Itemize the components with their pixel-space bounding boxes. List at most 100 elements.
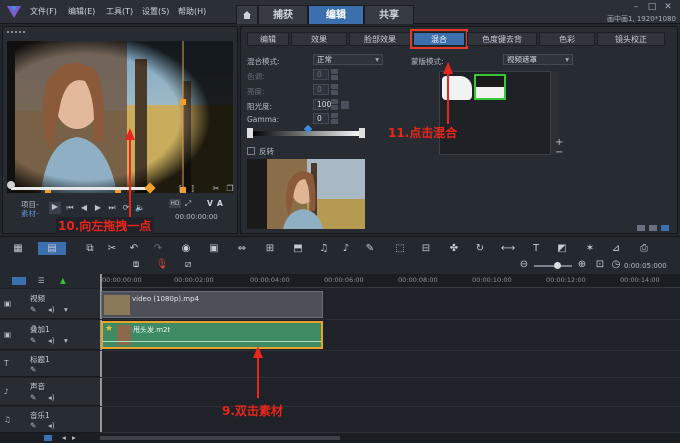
track-head-voice[interactable]: ♪ 声音 ✎ ◂) [0, 378, 100, 406]
tab-options-blend[interactable]: 混合 [410, 29, 468, 49]
tab-options-effect[interactable]: 效果 [291, 32, 347, 46]
prev-frame-button[interactable]: ◀ [79, 203, 89, 212]
track-sound-icon[interactable]: ◂) [48, 336, 55, 345]
preview-video-frame[interactable] [7, 41, 233, 193]
time-ruler[interactable]: 00:00:00:00 00:00:02:00 00:00:04:00 00:0… [100, 274, 680, 288]
remove-mask-icon[interactable]: − [555, 147, 563, 158]
minimize-button[interactable]: – [630, 2, 642, 12]
hue-field[interactable]: 0 [313, 69, 329, 80]
chart-icon[interactable]: ⊿ [608, 242, 624, 255]
cut-icon[interactable]: ✂ [104, 242, 120, 255]
subtitle-icon[interactable]: ✎ [362, 242, 378, 255]
mark-in-button[interactable]: [ [179, 184, 182, 193]
gamma-down-icon[interactable] [331, 119, 338, 124]
panel-icon-3[interactable] [661, 225, 669, 231]
zoom-slider[interactable] [534, 265, 572, 267]
gamma-field[interactable]: 0 [313, 113, 329, 124]
track-list-icon[interactable]: ☰ [38, 276, 45, 285]
hue-down-icon[interactable] [331, 75, 338, 80]
track-edit-icon[interactable]: ✎ [30, 393, 36, 402]
opacity-up-icon[interactable] [331, 99, 338, 104]
freeze-icon[interactable]: ✶ [582, 242, 598, 255]
fit-icon[interactable]: ⇔ [234, 242, 250, 255]
audio-icon[interactable]: ♫ [316, 242, 332, 255]
copy-icon[interactable]: ❐ [225, 184, 235, 193]
track-row-music[interactable] [100, 407, 680, 433]
gamma-right-handle[interactable] [359, 128, 365, 138]
track-sound-icon[interactable]: ◂) [48, 421, 55, 430]
track-head-overlay[interactable]: ▣ 叠加1 ✎ ◂) ▾ [0, 320, 100, 350]
fit-project-icon[interactable]: ⊡ [592, 258, 608, 271]
scroll-right-icon[interactable]: ▸ [72, 433, 76, 442]
motion-icon[interactable]: ⊞ [262, 242, 278, 255]
menu-settings[interactable]: 设置(S) [142, 6, 169, 17]
menu-file[interactable]: 文件(F) [30, 6, 57, 17]
clock-icon[interactable]: ◷ [608, 258, 624, 271]
invert-checkbox[interactable] [247, 147, 255, 155]
timeline-scroll-thumb[interactable] [100, 436, 340, 440]
menu-edit[interactable]: 编辑(E) [68, 6, 95, 17]
overlay-clip[interactable]: ★ 甩头发.m2t [101, 321, 323, 349]
scrub-handle[interactable] [7, 181, 15, 189]
grid-icon[interactable]: ⊟ [418, 242, 434, 255]
timeline-view-icon[interactable]: ▤ [38, 242, 66, 255]
multicam-icon[interactable]: ⬚ [392, 242, 408, 255]
time-remap-icon[interactable]: ↻ [472, 242, 488, 255]
opacity-down-icon[interactable] [331, 105, 338, 110]
stabilize-icon[interactable]: ⟷ [500, 242, 516, 255]
zoom-out-icon[interactable]: ⊖ [516, 258, 532, 271]
gamma-left-handle[interactable] [247, 128, 253, 138]
next-frame-button[interactable]: ▶ [93, 203, 103, 212]
track-edit-icon[interactable]: ✎ [30, 365, 36, 374]
hue-up-icon[interactable] [331, 69, 338, 74]
fullscreen-icon[interactable]: ⤢ [183, 199, 193, 208]
maximize-button[interactable]: □ [646, 2, 658, 12]
menu-help[interactable]: 帮助(H) [178, 6, 206, 17]
mark-out-button[interactable]: ] [191, 184, 194, 193]
close-button[interactable]: ✕ [662, 2, 674, 12]
menu-tools[interactable]: 工具(T) [106, 6, 133, 17]
tab-options-chroma[interactable]: 色度键去背 [467, 32, 537, 46]
play-button[interactable]: ▶ [49, 202, 61, 214]
track-head-title[interactable]: T 标题1 ✎ [0, 351, 100, 377]
timecode-display[interactable]: 00:00:00:00 [175, 213, 218, 221]
track-row-title[interactable] [100, 351, 680, 378]
zoom-in-icon[interactable]: ⊕ [574, 258, 590, 271]
track-edit-icon[interactable]: ✎ [30, 305, 36, 314]
tab-edit[interactable]: 编辑 [308, 5, 364, 24]
track-manager-icon[interactable]: ⧈ [128, 258, 144, 271]
tab-options-lens[interactable]: 镜头校正 [597, 32, 665, 46]
track-lock-icon[interactable]: ▾ [64, 336, 68, 345]
audio-mix-icon[interactable]: ♪ [338, 242, 354, 255]
home-tab[interactable] [236, 5, 258, 24]
color-icon[interactable]: ◩ [554, 242, 570, 255]
mask-thumb-2[interactable] [474, 74, 506, 100]
redo-icon[interactable]: ↷ [150, 242, 166, 255]
tab-capture[interactable]: 捕获 [258, 5, 308, 24]
brightness-up-icon[interactable] [331, 84, 338, 89]
effects-icon[interactable]: ✤ [446, 242, 462, 255]
end-button[interactable]: ⏭ [107, 203, 117, 212]
mask-tool-icon[interactable]: ⬒ [290, 242, 306, 255]
track-edit-icon[interactable]: ✎ [30, 421, 36, 430]
zoom-slider-handle[interactable] [554, 262, 561, 269]
chapter-icon[interactable]: ⧄ [180, 258, 196, 271]
track-head-video[interactable]: ▣ 视频 ✎ ◂) ▾ [0, 289, 100, 319]
image-icon[interactable]: ▣ [206, 242, 222, 255]
ripple-icon[interactable]: ▲ [60, 276, 66, 285]
export-icon[interactable]: ⎙ [636, 242, 652, 255]
undo-icon[interactable]: ↶ [126, 242, 142, 255]
tab-options-edit[interactable]: 编辑 [247, 32, 289, 46]
video-clip[interactable]: video (1080p).mp4 [101, 291, 323, 318]
scroll-left-icon[interactable]: ◂ [62, 433, 66, 442]
record-icon[interactable]: ◉ [178, 242, 194, 255]
track-head-music[interactable]: ♫ 音乐1 ✎ ◂) [0, 407, 100, 433]
panel-icon-1[interactable] [637, 225, 645, 231]
gamma-up-icon[interactable] [331, 113, 338, 118]
opacity-field[interactable]: 100 [313, 99, 331, 110]
blend-mode-select[interactable]: 正常 ▾ [313, 54, 383, 65]
panel-icon-2[interactable] [649, 225, 657, 231]
track-sound-icon[interactable]: ◂) [48, 393, 55, 402]
mic-icon[interactable]: 🎙 [154, 258, 170, 271]
home-button[interactable]: ⏮ [65, 203, 75, 212]
